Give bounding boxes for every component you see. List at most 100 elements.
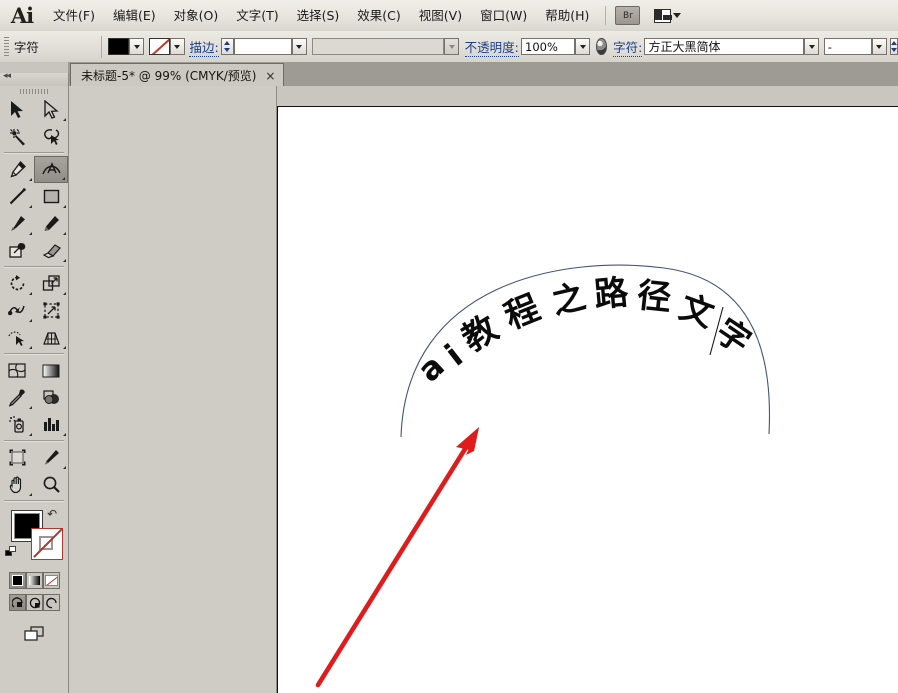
- scale-tool[interactable]: [34, 270, 68, 297]
- width-tool[interactable]: [0, 297, 34, 324]
- rotate-tool[interactable]: [0, 270, 34, 297]
- font-family-control[interactable]: 方正大黑简体: [644, 38, 820, 55]
- menu-help[interactable]: 帮助(H): [536, 5, 598, 27]
- tools-divider-2: [4, 266, 64, 268]
- gradient-tool[interactable]: [34, 357, 68, 384]
- graphic-style-icon[interactable]: [596, 38, 607, 55]
- stroke-swatch[interactable]: [148, 38, 170, 55]
- workspace: a i 教 程 之 路 径 文 字 溜溜自学 ZIXUE.3D66.: [69, 86, 898, 693]
- tools-panel-gripper[interactable]: [0, 86, 68, 96]
- pen-tool[interactable]: [0, 156, 34, 183]
- font-style-input[interactable]: -: [823, 38, 872, 55]
- stroke-weight-label[interactable]: 描边:: [189, 37, 219, 57]
- screen-mode-buttons: [9, 594, 60, 611]
- stroke-weight-stepper[interactable]: [220, 38, 234, 55]
- chevron-down-icon: [876, 44, 883, 49]
- zoom-tool[interactable]: [34, 471, 68, 498]
- eraser-tool[interactable]: [34, 237, 68, 264]
- type-on-path-tool[interactable]: [34, 156, 68, 183]
- screen-full-icon: [45, 597, 57, 608]
- line-segment-tool[interactable]: [0, 183, 34, 210]
- opacity-label[interactable]: 不透明度:: [464, 37, 519, 57]
- gradient-mode-button[interactable]: [26, 572, 43, 589]
- character-panel-label[interactable]: 字符:: [613, 37, 643, 57]
- magic-wand-tool[interactable]: [0, 123, 34, 150]
- document-tab[interactable]: 未标题-5* @ 99% (CMYK/预览) ×: [70, 63, 285, 87]
- blend-tool[interactable]: [34, 384, 68, 411]
- brush-definition-control[interactable]: [312, 38, 460, 55]
- menu-effect[interactable]: 效果(C): [348, 5, 409, 27]
- color-mode-button[interactable]: [9, 572, 26, 589]
- font-size-stepper[interactable]: [889, 38, 898, 55]
- document-canvas[interactable]: a i 教 程 之 路 径 文 字 溜溜自学 ZIXUE.3D66.: [277, 106, 898, 693]
- stroke-color-control[interactable]: [148, 38, 185, 55]
- tool-flyout-indicator: [29, 406, 32, 409]
- normal-screen-button[interactable]: [9, 594, 26, 611]
- column-graph-tool[interactable]: [34, 411, 68, 438]
- font-style-dropdown-button[interactable]: [871, 38, 887, 55]
- tool-flyout-indicator: [63, 292, 66, 295]
- swap-fill-stroke-icon[interactable]: ↷: [47, 507, 57, 521]
- font-family-dropdown-button[interactable]: [804, 38, 820, 55]
- tools-divider-4: [4, 440, 64, 442]
- stroke-weight-input[interactable]: [233, 38, 292, 55]
- illustrator-window: Ai 文件(F) 编辑(E) 对象(O) 文字(T) 选择(S) 效果(C) 视…: [0, 0, 898, 693]
- path-char-5: 路: [592, 272, 630, 316]
- full-screen-button[interactable]: [43, 594, 60, 611]
- stroke-weight-control[interactable]: [220, 38, 307, 55]
- fill-swatch[interactable]: [108, 38, 130, 55]
- fill-dropdown-button[interactable]: [129, 38, 145, 55]
- fill-color-control[interactable]: [108, 38, 145, 55]
- tools-group-navigation: [0, 444, 68, 498]
- pencil-tool[interactable]: [34, 210, 68, 237]
- font-style-control[interactable]: -: [823, 38, 887, 55]
- left-empty-pane: [69, 86, 277, 693]
- chevron-down-icon: [448, 44, 455, 49]
- full-screen-menu-button[interactable]: [26, 594, 43, 611]
- control-bar-gripper[interactable]: [4, 36, 9, 57]
- symbol-sprayer-tool[interactable]: [0, 411, 34, 438]
- none-mode-button[interactable]: [43, 572, 60, 589]
- menu-edit[interactable]: 编辑(E): [104, 5, 165, 27]
- artboard-tool[interactable]: [0, 444, 34, 471]
- free-transform-tool[interactable]: [34, 297, 68, 324]
- close-icon[interactable]: ×: [265, 70, 275, 82]
- menu-file[interactable]: 文件(F): [44, 5, 104, 27]
- opacity-control[interactable]: 100%: [521, 38, 590, 55]
- menu-select[interactable]: 选择(S): [288, 5, 349, 27]
- direct-selection-tool[interactable]: [34, 96, 68, 123]
- paintbrush-tool[interactable]: [0, 210, 34, 237]
- menu-window[interactable]: 窗口(W): [471, 5, 536, 27]
- menu-type[interactable]: 文字(T): [227, 5, 287, 27]
- tool-flyout-indicator: [29, 178, 32, 181]
- default-fill-stroke-icon[interactable]: [5, 546, 18, 557]
- hand-tool[interactable]: [0, 471, 34, 498]
- menu-object[interactable]: 对象(O): [165, 5, 228, 27]
- workspace-switcher-button[interactable]: [654, 8, 682, 23]
- gradient-fill-icon: [29, 576, 40, 585]
- shape-builder-tool[interactable]: [0, 324, 34, 351]
- change-screen-mode-button[interactable]: [0, 625, 68, 643]
- stroke-dropdown-button[interactable]: [169, 38, 185, 55]
- brush-definition-input[interactable]: [312, 38, 445, 55]
- tools-panel-collapse-button[interactable]: [0, 71, 68, 86]
- opacity-input[interactable]: 100%: [521, 38, 575, 55]
- mesh-tool[interactable]: [0, 357, 34, 384]
- stroke-color-swatch[interactable]: [31, 528, 63, 560]
- bridge-button[interactable]: Br: [615, 6, 641, 25]
- font-family-input[interactable]: 方正大黑简体: [644, 38, 805, 55]
- perspective-grid-tool[interactable]: [34, 324, 68, 351]
- stroke-weight-dropdown-button[interactable]: [291, 38, 307, 55]
- blob-brush-tool[interactable]: [0, 237, 34, 264]
- opacity-dropdown-button[interactable]: [575, 38, 590, 55]
- menu-view[interactable]: 视图(V): [410, 5, 471, 27]
- selection-tool[interactable]: [0, 96, 34, 123]
- tool-flyout-indicator: [63, 259, 66, 262]
- brush-definition-dropdown-button[interactable]: [444, 38, 460, 55]
- rectangle-tool[interactable]: [34, 183, 68, 210]
- chevron-down-icon: [673, 13, 682, 18]
- eyedropper-tool[interactable]: [0, 384, 34, 411]
- lasso-tool[interactable]: [34, 123, 68, 150]
- slice-tool[interactable]: [34, 444, 68, 471]
- tool-flyout-indicator: [29, 493, 32, 496]
